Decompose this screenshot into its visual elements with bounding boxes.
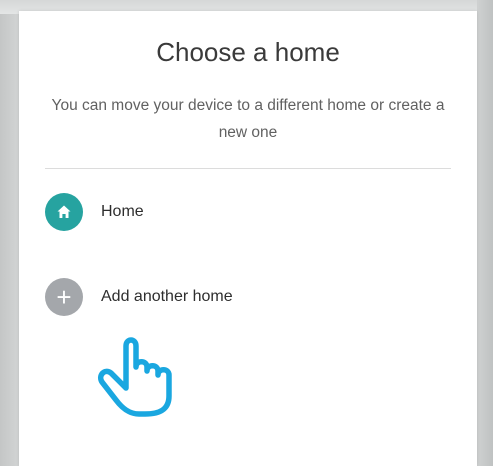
divider — [45, 168, 451, 169]
dialog-title: Choose a home — [156, 37, 340, 67]
pointing-hand-icon — [97, 337, 172, 417]
home-list-item[interactable]: Home — [45, 190, 445, 234]
home-icon — [45, 193, 83, 231]
choose-home-dialog: Choose a home You can move your device t… — [19, 11, 477, 466]
add-another-home-label: Add another home — [101, 288, 233, 305]
background-right-strip — [477, 0, 493, 466]
plus-icon: + — [45, 278, 83, 316]
home-label: Home — [101, 203, 144, 220]
dialog-subtitle: You can move your device to a different … — [51, 97, 445, 141]
